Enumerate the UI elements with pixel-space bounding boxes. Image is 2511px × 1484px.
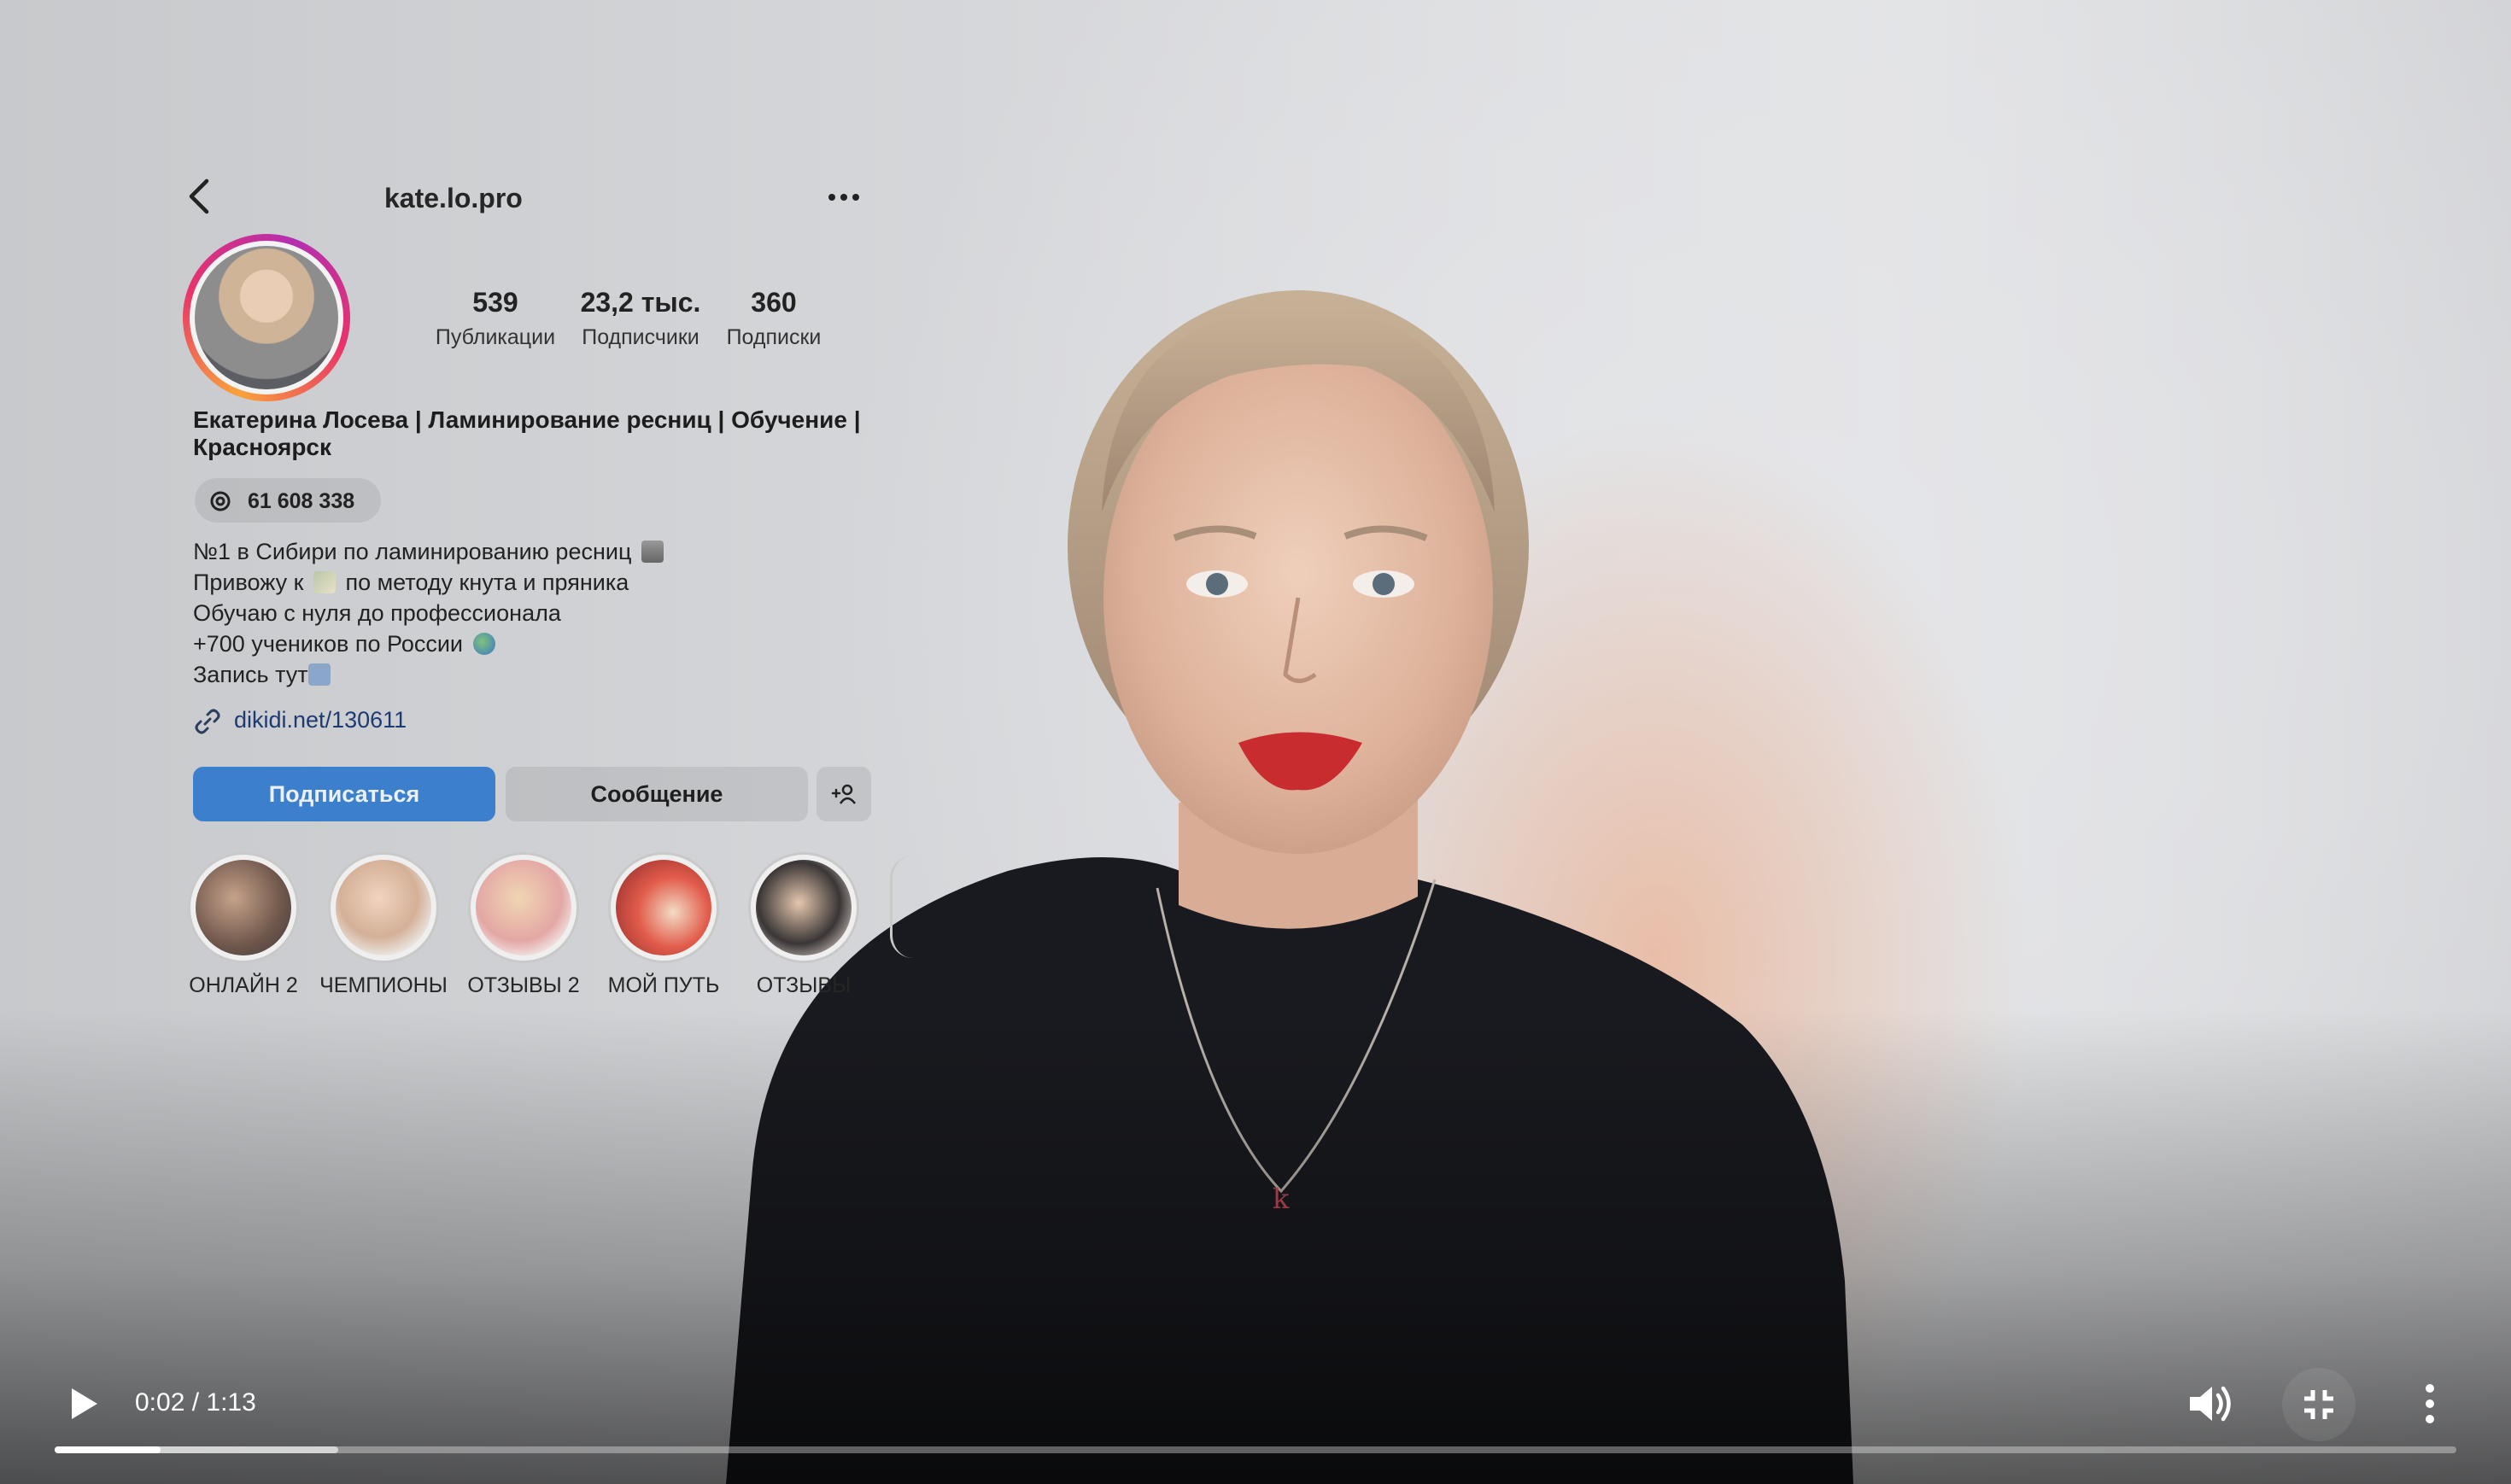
- bio-text: по методу кнута и пряника: [345, 570, 629, 595]
- money-wings-icon: [313, 571, 336, 593]
- bio-line: №1 в Сибири по ламинированию ресниц: [193, 536, 893, 567]
- highlight-item[interactable]: ОТЗЫВЫ: [731, 852, 876, 998]
- profile-full-name: Екатерина Лосева | Ламинирование ресниц …: [193, 406, 861, 460]
- time-display: 0:02 / 1:13: [135, 1388, 256, 1417]
- bio-text: +700 учеников по России: [193, 631, 464, 657]
- exit-fullscreen-button[interactable]: [2282, 1368, 2356, 1441]
- link-icon: [195, 709, 220, 734]
- highlight-label: ОТЗЫВЫ: [756, 973, 852, 997]
- bio-text: Запись тут: [193, 662, 308, 687]
- highlight-label: МОЙ ПУТЬ: [607, 973, 720, 997]
- stat-following: 360 Подписки: [705, 287, 842, 350]
- highlight-label: ЧЕМПИОНЫ: [319, 973, 448, 997]
- bio-line: +700 учеников по России: [193, 628, 893, 659]
- stat-posts-label: Публикации: [435, 325, 556, 349]
- more-options-icon: [828, 194, 859, 201]
- highlight-label: ОТЗЫВЫ 2: [467, 973, 580, 997]
- stat-following-label: Подписки: [726, 325, 822, 349]
- top-arrow-icon: [641, 540, 664, 563]
- highlight-item[interactable]: ЧЕМПИОНЫ: [311, 852, 456, 998]
- bio-text: Обучаю с нуля до профессионала: [193, 600, 561, 626]
- link-text[interactable]: dikidi.net/130611: [234, 707, 407, 733]
- avatar: [195, 246, 338, 389]
- threads-badge: 61 608 338: [195, 478, 381, 523]
- back-arrow-icon: [189, 178, 209, 214]
- stat-posts-value: 539: [472, 287, 518, 318]
- profile-username: kate.lo.pro: [384, 183, 523, 213]
- stat-followers-label: Подписчики: [582, 325, 699, 349]
- progress-bar[interactable]: [55, 1446, 2456, 1453]
- stat-following-value: 360: [751, 287, 797, 318]
- bio-text: Привожу к: [193, 570, 304, 595]
- story-ring: [183, 234, 350, 401]
- volume-icon[interactable]: [2181, 1376, 2236, 1431]
- profile-bio: №1 в Сибири по ламинированию ресниц Прив…: [193, 536, 893, 690]
- threads-count: 61 608 338: [248, 489, 355, 513]
- follow-button[interactable]: Подписаться: [193, 767, 495, 821]
- highlight-item-partial[interactable]: [890, 856, 913, 958]
- bio-line: Запись тут: [193, 659, 893, 690]
- add-user-button[interactable]: [817, 767, 871, 821]
- highlight-cover[interactable]: [468, 852, 579, 963]
- highlight-item[interactable]: МОЙ ПУТЬ: [591, 852, 736, 998]
- highlight-cover[interactable]: [748, 852, 859, 963]
- highlight-cover[interactable]: [188, 852, 299, 963]
- highlight-cover[interactable]: [608, 852, 719, 963]
- highlight-item[interactable]: ОНЛАЙН 2: [171, 852, 316, 998]
- message-button[interactable]: Сообщение: [506, 767, 808, 821]
- stat-posts: 539 Публикации: [427, 287, 564, 350]
- player-controls: 0:02 / 1:13: [0, 1332, 2511, 1484]
- threads-icon: [210, 491, 231, 511]
- highlight-cover[interactable]: [328, 852, 439, 963]
- add-user-icon: [831, 784, 856, 804]
- bio-line: Привожу к по методу кнута и пряника: [193, 567, 893, 598]
- play-icon[interactable]: [55, 1376, 109, 1431]
- stat-followers-value: 23,2 тыс.: [580, 287, 701, 318]
- instagram-profile-overlay: kate.lo.pro 539 Публикации 23,2 тыс. Под…: [171, 162, 893, 1008]
- highlight-label: ОНЛАЙН 2: [189, 973, 298, 997]
- exit-fullscreen-icon: [2304, 1390, 2333, 1419]
- progress-played: [55, 1446, 161, 1453]
- bio-text: №1 в Сибири по ламинированию ресниц: [193, 539, 632, 564]
- down-arrow-icon: [307, 663, 331, 686]
- more-vertical-icon[interactable]: [2409, 1376, 2451, 1431]
- highlight-item[interactable]: ОТЗЫВЫ 2: [451, 852, 596, 998]
- globe-icon: [472, 633, 495, 655]
- stat-followers: 23,2 тыс. Подписчики: [555, 287, 726, 350]
- bio-line: Обучаю с нуля до профессионала: [193, 598, 893, 628]
